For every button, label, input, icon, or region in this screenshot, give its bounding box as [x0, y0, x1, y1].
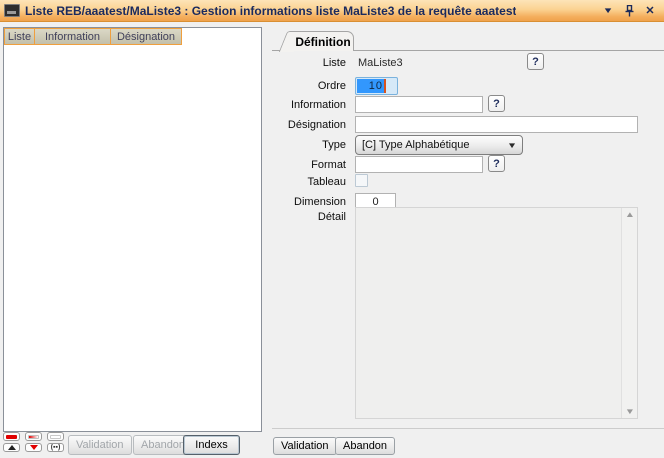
empty-bar-glyph: [50, 435, 61, 439]
tableau-checkbox[interactable]: [355, 174, 368, 187]
up-triangle-glyph: [8, 445, 16, 450]
tableau-label: Tableau: [270, 176, 346, 188]
validation-button[interactable]: Validation: [273, 437, 337, 455]
designation-label: Désignation: [270, 119, 346, 131]
tab-definition-label: Définition: [295, 35, 350, 49]
information-label: Information: [270, 99, 346, 111]
memo-glyph: (▪▪): [51, 444, 61, 451]
designation-input[interactable]: [355, 116, 638, 133]
liste-help-button[interactable]: ?: [527, 53, 544, 70]
detail-textarea[interactable]: ▲ ▼: [355, 207, 638, 419]
detail-scrollbar[interactable]: ▲ ▼: [621, 208, 637, 418]
information-input[interactable]: [355, 96, 483, 113]
format-help-button[interactable]: ?: [488, 155, 505, 172]
chevron-down-icon: ▼: [499, 141, 525, 150]
titlebar-buttons: ▼ ✕: [602, 5, 664, 17]
window-menu-chevron-icon[interactable]: ▼: [600, 5, 617, 17]
format-label: Format: [270, 159, 346, 171]
lists-table-header: Liste Information Désignation: [4, 28, 182, 45]
abandon-button[interactable]: Abandon: [335, 437, 395, 455]
insert-row-icon[interactable]: [25, 432, 42, 441]
close-icon[interactable]: ✕: [644, 5, 656, 17]
type-dropdown[interactable]: [C] Type Alphabétique ▼: [355, 135, 523, 155]
add-row-icon[interactable]: [3, 432, 20, 441]
pin-icon[interactable]: [623, 5, 635, 17]
liste-value: MaListe3: [358, 57, 403, 69]
ordre-label: Ordre: [270, 80, 346, 92]
dimension-label: Dimension: [270, 196, 346, 208]
detail-label: Détail: [270, 211, 346, 223]
column-header-liste[interactable]: Liste: [4, 28, 35, 45]
type-label: Type: [270, 139, 346, 151]
lists-table[interactable]: Liste Information Désignation: [3, 27, 262, 432]
type-dropdown-value: [C] Type Alphabétique: [356, 139, 502, 151]
red-bar-glyph: [6, 435, 17, 439]
indexs-button[interactable]: Indexs: [183, 435, 240, 455]
column-header-information[interactable]: Information: [34, 28, 111, 45]
move-row-up-icon[interactable]: [3, 443, 20, 452]
new-empty-row-icon[interactable]: [47, 432, 64, 441]
list-validation-button[interactable]: Validation: [68, 435, 132, 455]
red-down-triangle-glyph: [30, 445, 38, 450]
tab-page-bottom-border: [272, 428, 664, 429]
tab-definition[interactable]: Définition: [293, 31, 354, 51]
delete-row-icon[interactable]: [25, 443, 42, 452]
text-caret: [384, 79, 386, 93]
docked-window: Liste REB/aaatest/MaListe3 : Gestion inf…: [0, 0, 664, 458]
ordre-selected-text: 10: [357, 79, 384, 93]
memo-icon[interactable]: (▪▪): [47, 443, 64, 452]
scroll-down-icon[interactable]: ▼: [624, 407, 634, 416]
column-header-designation[interactable]: Désignation: [110, 28, 182, 45]
window-icon: [4, 4, 20, 17]
information-help-button[interactable]: ?: [488, 95, 505, 112]
format-input[interactable]: [355, 156, 483, 173]
scroll-up-icon[interactable]: ▲: [624, 210, 634, 219]
titlebar: Liste REB/aaatest/MaListe3 : Gestion inf…: [0, 0, 664, 22]
red-fade-bar-glyph: [28, 435, 39, 439]
liste-label: Liste: [270, 57, 346, 69]
ordre-input[interactable]: 10: [355, 77, 398, 95]
window-title: Liste REB/aaatest/MaListe3 : Gestion inf…: [25, 4, 516, 18]
